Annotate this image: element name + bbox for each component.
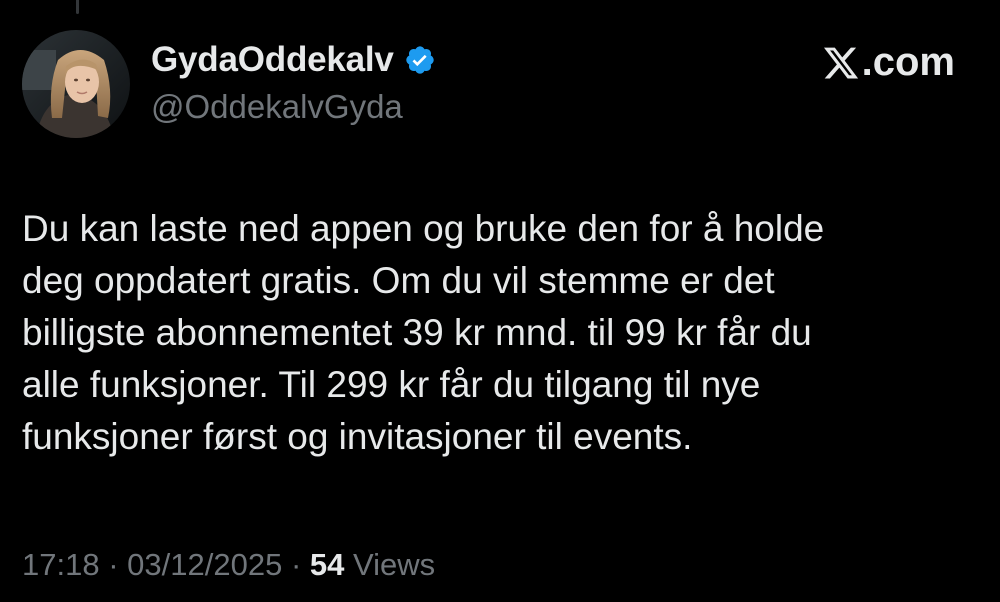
author-handle[interactable]: @OddekalvGyda (151, 88, 403, 126)
tweet-text: Du kan laste ned appen og bruke den for … (22, 203, 972, 463)
verified-badge-icon (404, 44, 436, 76)
thread-connector-line (76, 0, 79, 14)
avatar[interactable] (22, 30, 130, 138)
tweet-text-line: funksjoner først og invitasjoner til eve… (22, 416, 693, 457)
author-display-name[interactable]: GydaOddekalv (151, 40, 394, 80)
tweet-meta: 17:18 · 03/12/2025 · 54 Views (22, 547, 435, 583)
avatar-photo (22, 30, 130, 138)
meta-separator: · (290, 547, 302, 582)
tweet-text-line: billigste abonnementet 39 kr mnd. til 99… (22, 312, 812, 353)
meta-separator: · (108, 547, 119, 582)
tweet-date[interactable]: 03/12/2025 (127, 547, 282, 582)
tweet-text-line: Du kan laste ned appen og bruke den for … (22, 208, 825, 249)
brand-domain-label: .com (861, 40, 955, 84)
views-label[interactable]: Views (353, 547, 435, 582)
tweet-time[interactable]: 17:18 (22, 547, 100, 582)
author-name-row[interactable]: GydaOddekalv (151, 40, 436, 80)
views-count[interactable]: 54 (310, 547, 344, 582)
x-logo-icon (822, 44, 860, 82)
brand-watermark: .com (822, 40, 955, 85)
tweet-text-line: alle funksjoner. Til 299 kr får du tilga… (22, 364, 761, 405)
tweet-text-line: deg oppdatert gratis. Om du vil stemme e… (22, 260, 775, 301)
